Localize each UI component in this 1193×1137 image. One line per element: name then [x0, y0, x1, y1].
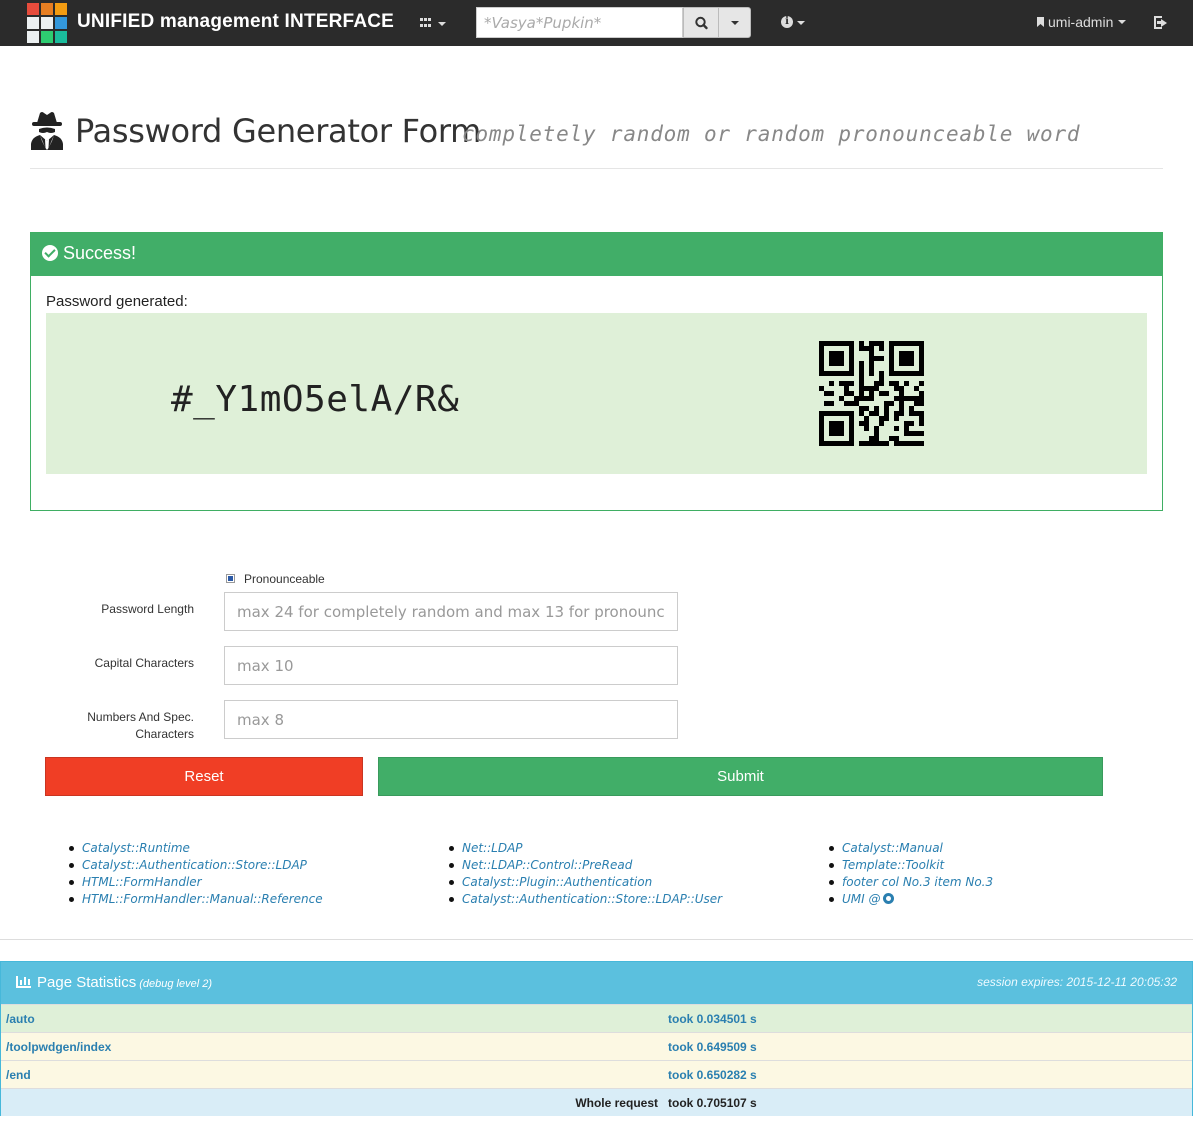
password-length-input[interactable] — [224, 592, 678, 631]
logo-tile — [41, 31, 53, 43]
bar-chart-icon — [16, 976, 31, 988]
footer-links-col1: Catalyst::Runtime Catalyst::Authenticati… — [69, 840, 323, 908]
stats-path: /end — [6, 1068, 31, 1082]
logo-tile — [41, 17, 53, 29]
stats-row: /auto took 0.034501 s — [1, 1004, 1192, 1032]
debug-level: (debug level 2) — [139, 978, 212, 990]
footer-link[interactable]: footer col No.3 item No.3 — [829, 874, 993, 891]
search-options-dropdown[interactable] — [718, 7, 751, 38]
logo-tile — [55, 3, 67, 15]
logo-tile — [55, 17, 67, 29]
stats-time: took 0.649509 s — [668, 1040, 757, 1054]
footer-link[interactable]: Template::Toolkit — [829, 857, 993, 874]
apps-grid-icon — [420, 18, 432, 28]
stats-time: took 0.650282 s — [668, 1068, 757, 1082]
generated-password[interactable]: #_Y1mO5elA/R& — [171, 379, 459, 420]
github-icon — [882, 893, 894, 904]
qr-code-icon — [819, 341, 924, 446]
capital-characters-input[interactable] — [224, 646, 678, 685]
footer-link[interactable]: Catalyst::Manual — [829, 840, 993, 857]
stats-row: /toolpwdgen/index took 0.649509 s — [1, 1032, 1192, 1060]
numbers-characters-input[interactable] — [224, 700, 678, 739]
pronounceable-checkbox[interactable] — [226, 574, 235, 583]
umi-link-label: UMI @ — [842, 892, 881, 906]
session-expiry: session expires: 2015-12-11 20:05:32 — [977, 975, 1177, 989]
pronounceable-checkbox-row[interactable]: Pronounceable — [226, 572, 325, 586]
chevron-down-icon — [797, 21, 805, 25]
info-icon: i — [781, 16, 793, 28]
page-statistics-panel: Page Statistics (debug level 2) session e… — [0, 961, 1193, 1116]
whole-request-label: Whole request — [575, 1096, 658, 1110]
user-name: umi-admin — [1048, 14, 1114, 30]
password-box: #_Y1mO5elA/R& — [46, 313, 1147, 474]
page-subtitle: completely random or random pronounceabl… — [462, 122, 1081, 146]
password-length-label: Password Length — [101, 602, 194, 616]
footer-link[interactable]: Catalyst::Plugin::Authentication — [449, 874, 722, 891]
stats-title: Page Statistics (debug level 2) — [16, 974, 212, 991]
footer-links-col3: Catalyst::Manual Template::Toolkit foote… — [829, 840, 993, 908]
chevron-down-icon — [1118, 20, 1127, 24]
footer-link[interactable]: Catalyst::Authentication::Store::LDAP::U… — [449, 891, 722, 908]
user-menu[interactable]: umi-admin — [1037, 14, 1127, 32]
stats-path: /auto — [6, 1012, 35, 1026]
search-icon — [695, 16, 708, 30]
pronounceable-label: Pronounceable — [244, 572, 325, 586]
stats-total-row: Whole request took 0.705107 s — [1, 1088, 1192, 1116]
logo-tile — [27, 17, 39, 29]
check-circle-icon — [42, 245, 58, 261]
stats-title-text: Page Statistics — [37, 974, 137, 991]
footer-link[interactable]: Net::LDAP — [449, 840, 722, 857]
footer-link[interactable]: Net::LDAP::Control::PreRead — [449, 857, 722, 874]
stats-path: /toolpwdgen/index — [6, 1040, 112, 1054]
footer-link[interactable]: Catalyst::Authentication::Store::LDAP — [69, 857, 323, 874]
logo-tile — [41, 3, 53, 15]
bookmark-icon — [1037, 17, 1044, 27]
page-header: Password Generator Form completely rando… — [30, 108, 1163, 169]
success-panel: Success! Password generated: #_Y1mO5elA/… — [30, 232, 1163, 511]
info-menu-button[interactable]: i — [781, 14, 809, 32]
footer-link[interactable]: Catalyst::Runtime — [69, 840, 323, 857]
search-button[interactable] — [683, 7, 719, 38]
capital-characters-label: Capital Characters — [94, 656, 194, 670]
logo-icon[interactable] — [27, 3, 67, 43]
logo-tile — [55, 31, 67, 43]
apps-menu-button[interactable] — [412, 10, 454, 36]
logo-tile — [27, 31, 39, 43]
numbers-characters-label: Numbers And Spec. Characters — [87, 710, 194, 741]
success-heading: Success! — [63, 243, 137, 263]
password-label: Password generated: — [46, 293, 188, 310]
footer-link[interactable]: HTML::FormHandler::Manual::Reference — [69, 891, 323, 908]
stats-heading: Page Statistics (debug level 2) session e… — [1, 962, 1192, 1004]
footer-link[interactable]: HTML::FormHandler — [69, 874, 323, 891]
logout-button[interactable] — [1154, 16, 1168, 29]
page-title: Password Generator Form — [75, 112, 482, 150]
submit-button[interactable]: Submit — [378, 757, 1103, 796]
panel-heading: Success! — [31, 233, 1162, 276]
chevron-down-icon — [438, 22, 446, 26]
app-brand[interactable]: UNIFIED management INTERFACE — [77, 11, 394, 33]
chevron-down-icon — [731, 21, 739, 25]
stats-time: took 0.034501 s — [668, 1012, 757, 1026]
footer-links-col2: Net::LDAP Net::LDAP::Control::PreRead Ca… — [449, 840, 722, 908]
reset-button[interactable]: Reset — [45, 757, 363, 796]
divider — [0, 939, 1193, 940]
search-input[interactable] — [476, 7, 683, 38]
whole-request-time: took 0.705107 s — [668, 1096, 757, 1110]
top-navbar: UNIFIED management INTERFACE i umi-admin — [0, 0, 1193, 46]
footer-link-umi[interactable]: UMI @ — [829, 891, 993, 908]
logo-tile — [27, 3, 39, 15]
stats-row: /end took 0.650282 s — [1, 1060, 1192, 1088]
spy-icon — [31, 112, 63, 150]
